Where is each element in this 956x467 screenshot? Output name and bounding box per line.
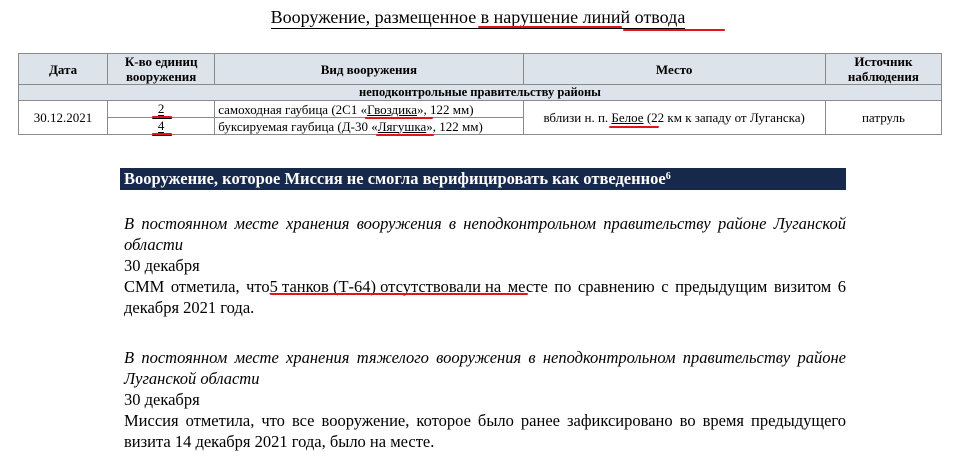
section-heading: Вооружение, которое Миссия не смогла вер… <box>120 168 846 190</box>
red-annotation-underline <box>609 126 660 128</box>
report-text: Миссия отметила, что все вооружение, кот… <box>124 411 846 451</box>
red-annotation-underline <box>622 29 725 31</box>
red-annotation-underline <box>269 293 528 295</box>
place-name: Белое <box>609 110 660 128</box>
header-source: Источник наблюдения <box>824 53 943 85</box>
highlighted-phrase: 5 танков (Т-64) отсутствовали н <box>269 276 528 297</box>
header-type: Вид вооружения <box>214 53 524 85</box>
header-qty: К-во единиц вооружения <box>107 53 216 85</box>
report-block: В постоянном месте хранения тяжелого воо… <box>124 347 846 452</box>
weapons-table: Дата К-во единиц вооружения Вид вооружен… <box>17 53 943 136</box>
header-place: Место <box>522 53 826 85</box>
weapon-name: Лягушка <box>375 119 434 136</box>
section-title: Вооружение, размещенное в нарушение лини… <box>0 7 956 31</box>
report-block: В постоянном месте хранения вооружения в… <box>124 213 846 318</box>
table-row: 30.12.2021 2 самоходная гаубица (2С1 «Гв… <box>17 100 943 135</box>
weapon-name: Гвоздика <box>365 102 434 119</box>
location-text: В постоянном месте хранения тяжелого воо… <box>124 348 846 388</box>
header-date: Дата <box>17 53 109 85</box>
report-date: 30 декабря <box>124 256 200 275</box>
red-annotation-underline <box>151 133 172 136</box>
red-annotation-underline <box>375 133 434 136</box>
footnote-marker[interactable]: 6 <box>666 171 671 182</box>
table-section-row: неподконтрольные правительству районы <box>18 84 942 101</box>
row-place: вблизи н. п. Белое (22 км к западу от Лу… <box>522 100 826 135</box>
location-text: В постоянном месте хранения вооружения в… <box>124 214 846 254</box>
row-qty: 4 <box>107 117 216 136</box>
section-title-text: Вооружение, размещенное в нарушение лини… <box>270 7 686 27</box>
row-source: патруль <box>824 100 943 135</box>
row-type: буксируемая гаубица (Д-30 «Лягушка», 122… <box>214 117 524 136</box>
report-date: 30 декабря <box>124 390 200 409</box>
report-text: СММ отметила, что 5 танков (Т-64) отсутс… <box>124 276 847 317</box>
qty-value: 2 <box>151 102 172 119</box>
row-qty: 2 <box>107 100 216 119</box>
section-label: неподконтрольные правительству районы <box>18 84 942 101</box>
table-header-row: Дата К-во единиц вооружения Вид вооружен… <box>17 53 943 85</box>
red-annotation-underline <box>477 26 622 28</box>
row-type: самоходная гаубица (2С1 «Гвоздика», 122 … <box>214 100 524 119</box>
row-date: 30.12.2021 <box>17 100 109 135</box>
qty-value: 4 <box>151 119 172 136</box>
